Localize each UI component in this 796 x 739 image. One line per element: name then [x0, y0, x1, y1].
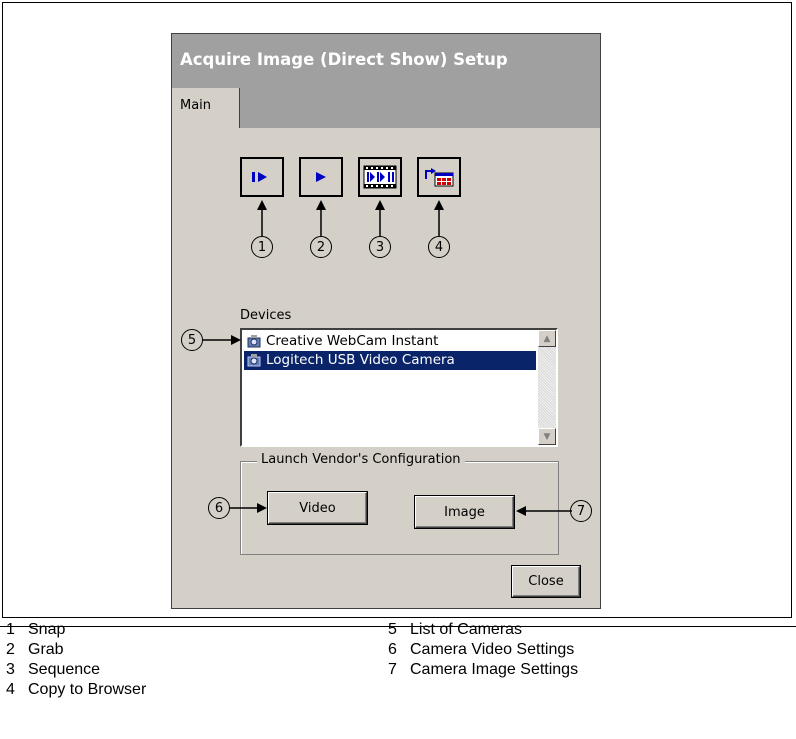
legend-item: 3 Sequence: [6, 661, 101, 678]
scroll-up-icon: ▲: [543, 333, 551, 344]
callout-3: 3: [369, 236, 391, 258]
devices-scrollbar[interactable]: ▲ ▼: [538, 330, 556, 445]
grab-icon: [316, 172, 326, 182]
setup-dialog: Acquire Image (Direct Show) Setup Main 1…: [171, 33, 601, 609]
sequence-icon: [363, 165, 397, 189]
legend-item: 1 Snap: [6, 621, 66, 638]
callout-7: 7: [570, 500, 592, 522]
callout-arrow: [203, 335, 241, 345]
title-bar: Acquire Image (Direct Show) Setup: [172, 34, 600, 88]
scroll-down-icon: ▼: [543, 431, 551, 442]
callout-1: 1: [251, 236, 273, 258]
tab-main[interactable]: Main: [172, 88, 240, 129]
video-button[interactable]: Video: [267, 491, 368, 525]
legend-item: 6 Camera Video Settings: [388, 641, 575, 658]
main-panel: 1 2 3 4 Devices Creative WebCam Instant …: [172, 128, 600, 608]
callout-arrow: [257, 200, 267, 236]
grab-button[interactable]: [299, 157, 343, 197]
legend-item: 2 Grab: [6, 641, 64, 658]
callout-5: 5: [181, 329, 203, 351]
devices-label: Devices: [240, 308, 292, 323]
figure-frame: Acquire Image (Direct Show) Setup Main 1…: [2, 2, 792, 618]
dialog-title: Acquire Image (Direct Show) Setup: [180, 50, 508, 69]
snap-icon: [252, 172, 267, 182]
snap-button[interactable]: [240, 157, 284, 197]
callout-4: 4: [428, 236, 450, 258]
close-button[interactable]: Close: [511, 565, 581, 598]
legend-item: 4 Copy to Browser: [6, 681, 147, 698]
scroll-up-button[interactable]: ▲: [538, 330, 556, 347]
copy-to-browser-icon: [425, 168, 454, 187]
list-item[interactable]: Logitech USB Video Camera: [244, 351, 536, 370]
callout-arrow: [516, 506, 572, 516]
list-item-label: Creative WebCam Instant: [266, 333, 439, 349]
callout-arrow: [316, 200, 326, 236]
legend: 1 Snap 2 Grab 3 Sequence 4 Copy to Browser 5…: [0, 621, 796, 739]
vendor-config-label: Launch Vendor's Configuration: [257, 452, 465, 467]
tab-strip: Main: [172, 88, 600, 129]
callout-2: 2: [310, 236, 332, 258]
tab-main-label: Main: [180, 98, 212, 113]
list-item[interactable]: Creative WebCam Instant: [244, 332, 438, 351]
callout-arrow: [434, 200, 444, 236]
scroll-down-button[interactable]: ▼: [538, 428, 556, 445]
legend-item: 5 List of Cameras: [388, 621, 523, 638]
list-item-label: Logitech USB Video Camera: [266, 352, 455, 368]
copy-to-browser-button[interactable]: [417, 157, 461, 197]
camera-icon: [247, 354, 261, 367]
callout-6: 6: [208, 497, 230, 519]
devices-list[interactable]: Creative WebCam Instant Logitech USB Vid…: [240, 328, 558, 447]
callout-arrow: [375, 200, 385, 236]
camera-icon: [247, 335, 261, 348]
callout-arrow: [229, 503, 267, 513]
sequence-button[interactable]: [358, 157, 402, 197]
image-button[interactable]: Image: [414, 495, 515, 529]
legend-item: 7 Camera Image Settings: [388, 661, 579, 678]
